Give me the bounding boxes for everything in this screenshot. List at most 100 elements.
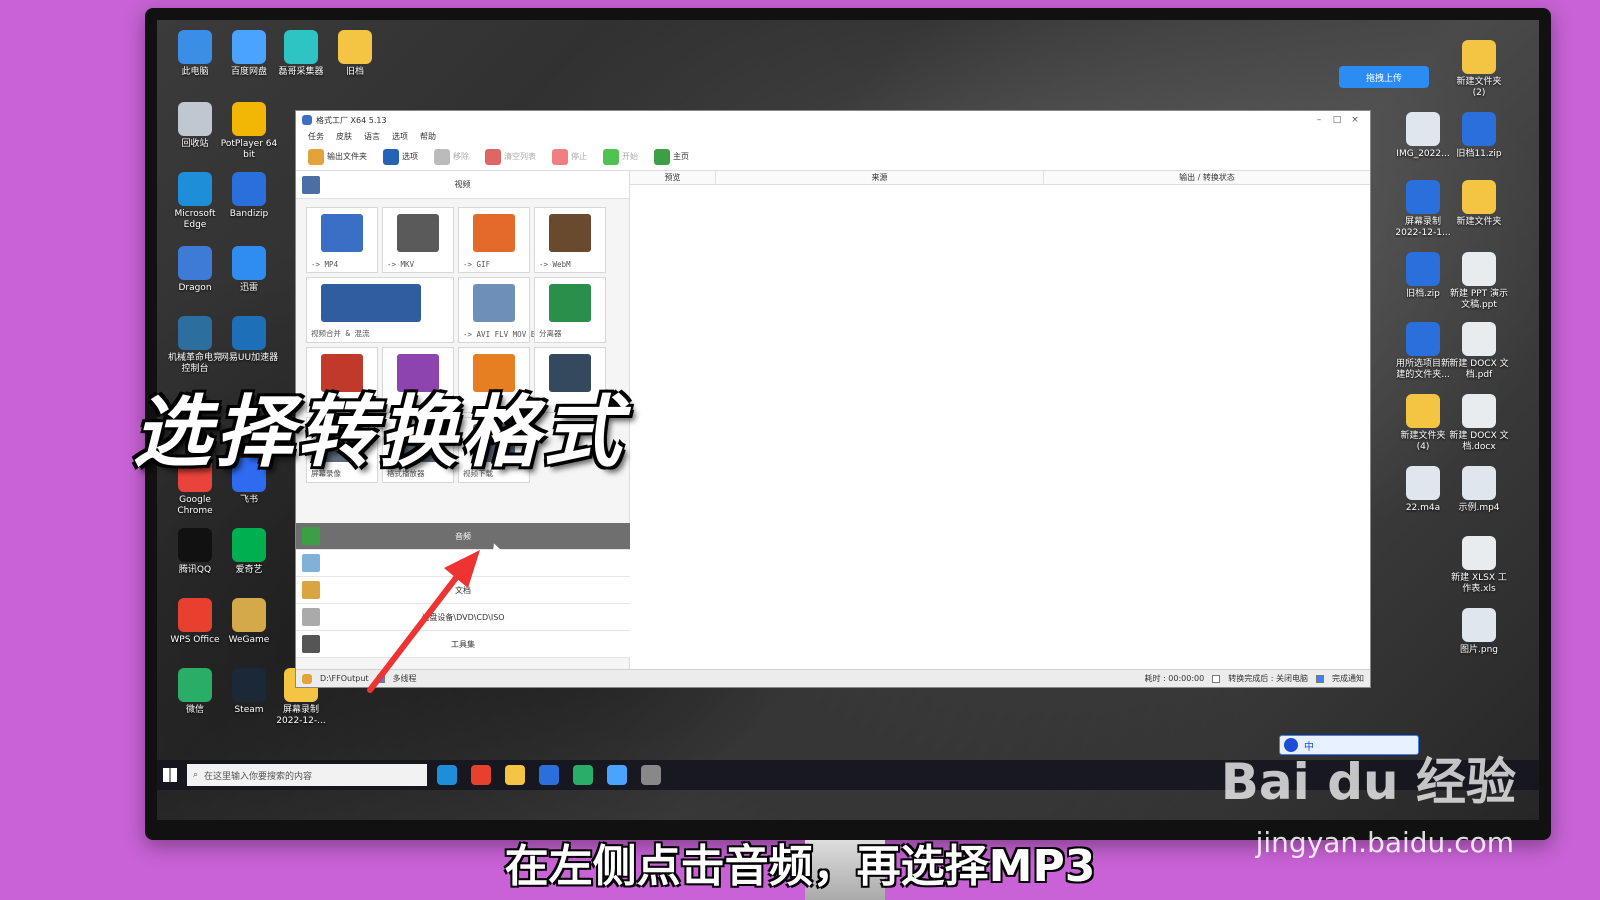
- after-convert-checkbox[interactable]: [1212, 674, 1221, 683]
- desktop-icon[interactable]: 微信: [165, 668, 225, 716]
- windows-start-icon[interactable]: [163, 768, 177, 782]
- close-button[interactable]: ×: [1346, 115, 1364, 125]
- desktop-icon-label: Bandizip: [229, 209, 269, 219]
- video-file-icon: [1462, 466, 1496, 500]
- desktop-icon[interactable]: 新建 PPT 演示文稿.ppt: [1449, 252, 1509, 311]
- toolbar-button[interactable]: 停止: [546, 146, 593, 168]
- column-source[interactable]: 来源: [716, 171, 1044, 184]
- annotation-arrow: [367, 550, 480, 693]
- bandizip-icon[interactable]: [539, 765, 559, 785]
- window-title: 格式工厂 X64 5.13: [316, 115, 387, 125]
- elapsed-time: 耗时 : 00:00:00: [1144, 674, 1205, 683]
- format-tile[interactable]: -> WebM: [534, 207, 606, 273]
- menu-item[interactable]: 任务: [308, 131, 324, 142]
- desktop-icon[interactable]: 此电脑: [165, 30, 225, 78]
- toolbar-label: 输出文件夹: [327, 152, 367, 161]
- desktop-icon[interactable]: 网易UU加速器: [219, 316, 279, 364]
- desktop-icon-label: Steam: [234, 705, 264, 715]
- desktop-icon[interactable]: 机械革命电竞控制台: [165, 316, 225, 375]
- desktop-icon[interactable]: 新建 DOCX 文档.docx: [1449, 394, 1509, 453]
- format-tile-icon: [397, 214, 439, 252]
- desktop-icon[interactable]: 百度网盘: [219, 30, 279, 78]
- baidu-netdisk-icon: [232, 30, 266, 64]
- desktop-icon-label: Microsoft Edge: [174, 209, 216, 230]
- format-factory-icon[interactable]: [641, 765, 661, 785]
- upload-button[interactable]: 拖拽上传: [1339, 66, 1429, 88]
- toolbar-button[interactable]: 选项: [377, 146, 424, 168]
- taskbar-search[interactable]: ⌕ 在这里输入你要搜索的内容: [187, 764, 427, 786]
- wegame-icon: [232, 598, 266, 632]
- desktop-icon[interactable]: 旧档: [325, 30, 385, 78]
- desktop-icon[interactable]: WeGame: [219, 598, 279, 646]
- menu-item[interactable]: 帮助: [420, 131, 436, 142]
- desktop-icon[interactable]: 示例.mp4: [1449, 466, 1509, 514]
- toolbar-button[interactable]: 移除: [428, 146, 475, 168]
- desktop-icon-label: 新建 DOCX 文档.pdf: [1449, 359, 1509, 380]
- notify-checkbox[interactable]: [1316, 674, 1324, 683]
- format-tile[interactable]: -> GIF: [458, 207, 530, 273]
- desktop-icon[interactable]: 新建 DOCX 文档.pdf: [1449, 322, 1509, 381]
- desktop-icon[interactable]: 旧档.zip: [1393, 252, 1453, 300]
- desktop-icon[interactable]: Microsoft Edge: [165, 172, 225, 231]
- desktop-icon[interactable]: 新建文件夹 (2): [1449, 40, 1509, 99]
- desktop-icon[interactable]: 图片.png: [1449, 608, 1509, 656]
- desktop-icon[interactable]: Bandizip: [219, 172, 279, 220]
- desktop-icon[interactable]: 腾讯QQ: [165, 528, 225, 576]
- menu-item[interactable]: 皮肤: [336, 131, 352, 142]
- baidu-netdisk-icon[interactable]: [607, 765, 627, 785]
- recycle-bin-icon: [178, 102, 212, 136]
- ppt-icon: [1462, 252, 1496, 286]
- format-tile-label: -> MKV: [387, 260, 415, 269]
- edge-icon[interactable]: [437, 765, 457, 785]
- desktop-icon[interactable]: IMG_2022...: [1393, 112, 1453, 160]
- desktop-icon[interactable]: 回收站: [165, 102, 225, 150]
- wechat-icon[interactable]: [573, 765, 593, 785]
- desktop-icon[interactable]: 迅雷: [219, 246, 279, 294]
- desktop-icon[interactable]: 22.m4a: [1393, 466, 1453, 514]
- desktop-icon[interactable]: Steam: [219, 668, 279, 716]
- format-tile-icon: [321, 214, 363, 252]
- xlsx-icon: [1462, 536, 1496, 570]
- format-tile[interactable]: -> MKV: [382, 207, 454, 273]
- desktop-icon[interactable]: 新建 XLSX 工作表.xls: [1449, 536, 1509, 595]
- menu-item[interactable]: 选项: [392, 131, 408, 142]
- minimize-button[interactable]: –: [1310, 115, 1328, 125]
- toolbar-button[interactable]: 输出文件夹: [302, 146, 373, 168]
- desktop-icon-label: 新建文件夹: [1456, 217, 1502, 227]
- desktop-icon-label: WeGame: [228, 635, 270, 645]
- toolbar-button[interactable]: 开始: [597, 146, 644, 168]
- format-tile[interactable]: 分离器: [534, 277, 606, 343]
- category-icon: [302, 554, 320, 572]
- format-tile-icon: [549, 214, 591, 252]
- toolbar-button[interactable]: 清空列表: [479, 146, 542, 168]
- app-icon: [302, 115, 312, 125]
- desktop-icon[interactable]: 磊哥采集器: [271, 30, 331, 78]
- format-tile[interactable]: 视频合并 & 混流: [306, 277, 454, 343]
- menu-item[interactable]: 语言: [364, 131, 380, 142]
- desktop-icon[interactable]: Dragon: [165, 246, 225, 294]
- column-output-status[interactable]: 输出 / 转换状态: [1044, 171, 1370, 184]
- desktop-icon[interactable]: 屏幕录制 2022-12-1...: [1393, 180, 1453, 239]
- video-section-header[interactable]: 视频: [296, 171, 629, 199]
- desktop-icon[interactable]: PotPlayer 64 bit: [219, 102, 279, 161]
- pdf-icon: [1462, 322, 1496, 356]
- format-tile[interactable]: -> AVI FLV MOV Etc...: [458, 277, 558, 343]
- format-tile-label: 分离器: [539, 329, 562, 338]
- explorer-icon[interactable]: [505, 765, 525, 785]
- column-preview[interactable]: 预览: [630, 171, 716, 184]
- audio-file-icon: [1406, 466, 1440, 500]
- notify-label: 完成通知: [1332, 674, 1364, 683]
- format-tile[interactable]: -> MP4: [306, 207, 378, 273]
- desktop-icon-label: 用所选项目新建的文件夹...: [1395, 359, 1450, 380]
- maximize-button[interactable]: □: [1328, 115, 1346, 125]
- toolbar-button[interactable]: 主页: [648, 146, 695, 168]
- desktop-icon[interactable]: WPS Office: [165, 598, 225, 646]
- desktop-icon[interactable]: 爱奇艺: [219, 528, 279, 576]
- desktop-icon[interactable]: 旧档11.zip: [1449, 112, 1509, 160]
- desktop-icon[interactable]: 用所选项目新建的文件夹...: [1393, 322, 1453, 381]
- format-tile-icon: [473, 214, 515, 252]
- desktop-icon[interactable]: 新建文件夹 (4): [1393, 394, 1453, 453]
- collector-icon: [284, 30, 318, 64]
- wps-icon[interactable]: [471, 765, 491, 785]
- desktop-icon[interactable]: 新建文件夹: [1449, 180, 1509, 228]
